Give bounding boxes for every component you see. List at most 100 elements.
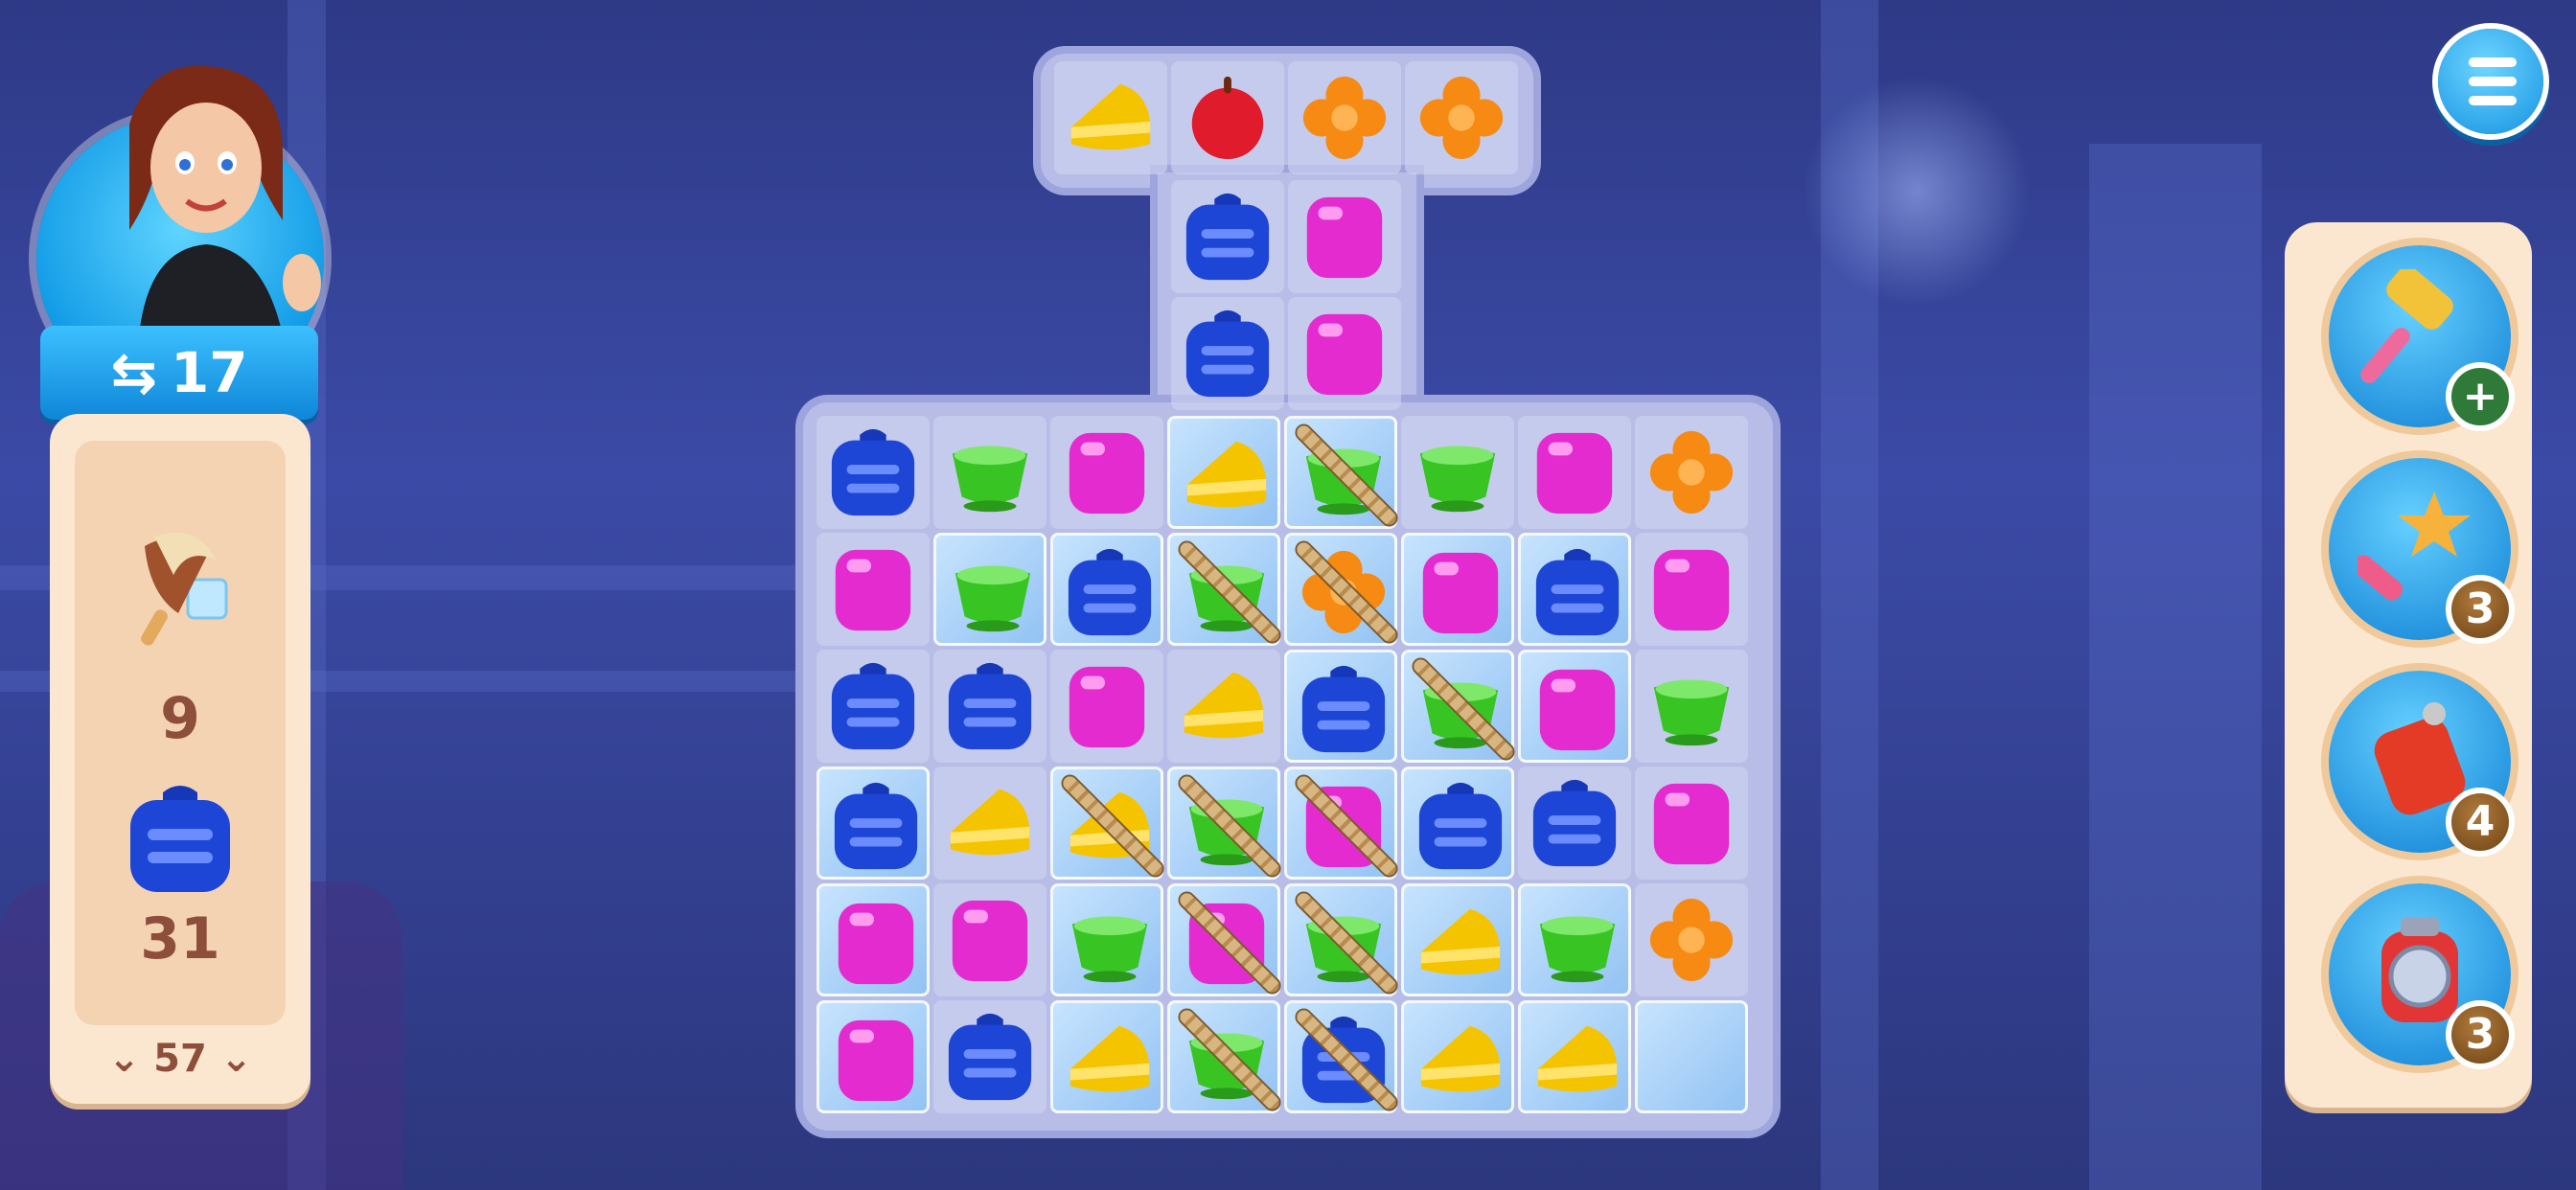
ice-tile[interactable] [816,767,930,880]
board-tile[interactable] [816,416,930,529]
bag-piece-icon [1068,548,1152,636]
ice-tile[interactable] [1518,883,1631,996]
bag-piece-icon [1535,548,1620,636]
bag-piece-icon [831,428,915,516]
board-tile[interactable] [1288,297,1401,410]
cup-piece-icon [952,446,1028,513]
board-tile[interactable] [933,650,1046,763]
cup-piece-icon [1419,446,1496,513]
booster-magic-wand[interactable]: 3 [2329,458,2515,644]
ice-tile[interactable] [1050,533,1163,646]
bag-piece-icon [1532,779,1617,867]
bag-piece-icon [1185,193,1270,281]
flower-piece-icon [1302,76,1387,160]
cube-piece-icon [838,1019,914,1102]
ice-tile[interactable] [1284,416,1399,529]
ice-tile[interactable] [1401,767,1514,880]
cube-piece-icon [1069,432,1145,515]
board-tile[interactable] [933,883,1046,996]
ice-tile[interactable] [1284,883,1399,996]
ice-tile[interactable] [1401,1000,1514,1113]
ice-tile[interactable] [933,533,1046,646]
ice-tile[interactable] [816,883,930,996]
bag-piece-icon [948,1013,1032,1101]
board-tile[interactable] [1288,180,1401,293]
flower-piece-icon [1649,898,1734,982]
board-tile[interactable] [1405,61,1518,174]
ice-tile[interactable] [1167,767,1282,880]
ice-tile[interactable] [1167,533,1282,646]
cup-piece-icon [1071,916,1148,983]
ice-tile[interactable] [1401,533,1514,646]
flower-piece-icon [1649,430,1734,515]
booster-count-badge: 3 [2446,575,2515,644]
cheese-piece-icon [950,789,1030,856]
cube-piece-icon [1653,549,1730,631]
ice-tile[interactable] [1050,883,1163,996]
cup-piece-icon [1653,679,1730,746]
cube-piece-icon [1422,552,1499,634]
board-tile[interactable] [1171,61,1284,174]
cheese-piece-icon [1070,1025,1150,1092]
cube-piece-icon [835,549,911,631]
ice-tile[interactable] [1518,1000,1631,1113]
board-tile[interactable] [933,416,1046,529]
board-tile[interactable] [1401,416,1514,529]
bag-piece-icon [948,662,1032,750]
booster-count-badge: 3 [2446,1000,2515,1069]
ice-tile[interactable] [816,1000,930,1113]
ice-tile[interactable] [1284,533,1399,646]
cheese-piece-icon [1537,1025,1618,1092]
ice-tile[interactable] [1167,416,1280,529]
board-tile[interactable] [1635,416,1748,529]
ice-tile[interactable] [1284,650,1397,763]
board-tile[interactable] [933,1000,1046,1113]
board-tile[interactable] [1171,297,1284,410]
game-board [0,0,2576,1190]
board-tile[interactable] [816,533,930,646]
board-tile[interactable] [1288,61,1401,174]
board-tile[interactable] [816,650,930,763]
cup-piece-icon [954,565,1031,632]
board-tile[interactable] [1635,883,1748,996]
ice-tile[interactable] [1518,533,1631,646]
menu-button[interactable] [2438,29,2543,134]
bag-piece-icon [1418,782,1503,870]
board-tile[interactable] [1054,61,1167,174]
ice-tile[interactable] [1050,767,1165,880]
ice-tile[interactable] [1518,650,1631,763]
board-tile[interactable] [1171,180,1284,293]
booster-lantern-bomb[interactable]: 3 [2329,883,2515,1069]
board-tile[interactable] [1050,416,1163,529]
apple-piece-icon [1191,76,1264,160]
ice-tile[interactable] [1167,1000,1282,1113]
ice-tile[interactable] [1167,883,1282,996]
booster-count-badge: 4 [2446,788,2515,857]
board-tile[interactable] [1635,650,1748,763]
booster-dynamite[interactable]: 4 [2329,671,2515,857]
cube-piece-icon [1539,669,1616,751]
bag-piece-icon [831,662,915,750]
flower-piece-icon [1419,76,1504,160]
booster-badge: + [2446,362,2515,431]
board-tile[interactable] [1518,767,1631,880]
cheese-piece-icon [1420,908,1501,975]
ice-tile[interactable] [1635,1000,1748,1113]
ice-tile[interactable] [1284,767,1399,880]
ice-tile[interactable] [1050,1000,1163,1113]
ice-tile[interactable] [1284,1000,1399,1113]
board-tile[interactable] [1635,533,1748,646]
cube-piece-icon [952,900,1028,982]
cup-piece-icon [1539,916,1616,983]
boosters-panel: + 3 4 3 [2285,222,2532,1108]
ice-tile[interactable] [1401,883,1514,996]
board-tile[interactable] [933,767,1046,880]
cheese-piece-icon [1184,672,1264,739]
board-tile[interactable] [1635,767,1748,880]
cube-piece-icon [1653,783,1730,865]
board-tile[interactable] [1167,650,1280,763]
ice-tile[interactable] [1401,650,1516,763]
board-tile[interactable] [1050,650,1163,763]
board-tile[interactable] [1518,416,1631,529]
booster-hammer[interactable]: + [2329,245,2515,431]
